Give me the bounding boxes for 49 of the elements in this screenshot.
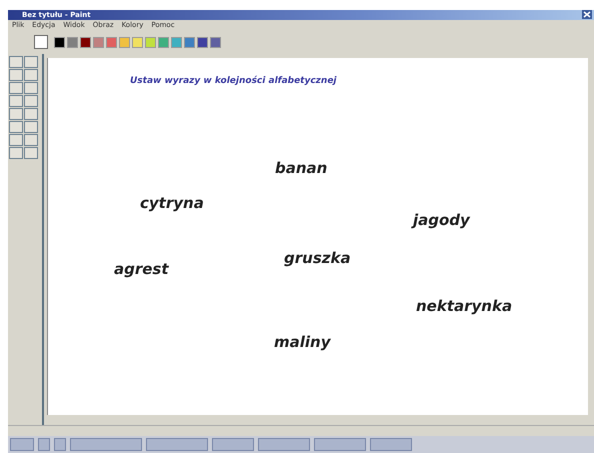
instruction-text: Ustaw wyrazy w kolejności alfabetycznej xyxy=(130,76,337,86)
word: cytryna xyxy=(140,194,204,212)
color-swatch[interactable] xyxy=(93,36,104,48)
color-swatch[interactable] xyxy=(210,36,221,48)
tool-button[interactable] xyxy=(9,147,23,159)
color-swatch[interactable] xyxy=(119,36,130,48)
word: agrest xyxy=(114,260,169,278)
tool-button[interactable] xyxy=(9,69,23,81)
word: maliny xyxy=(274,333,330,351)
word: gruszka xyxy=(284,249,351,267)
color-swatch[interactable] xyxy=(106,36,117,48)
color-swatch[interactable] xyxy=(145,36,156,48)
word: nektarynka xyxy=(416,297,512,315)
tool-button[interactable] xyxy=(24,121,38,133)
tool-button[interactable] xyxy=(24,56,38,68)
taskbar-button[interactable] xyxy=(258,438,310,451)
tool-button[interactable] xyxy=(24,147,38,159)
color-swatch[interactable] xyxy=(158,36,169,48)
color-swatch[interactable] xyxy=(80,36,91,48)
taskbar-button[interactable] xyxy=(212,438,254,451)
taskbar-button[interactable] xyxy=(10,438,34,451)
drawing-canvas[interactable]: Ustaw wyrazy w kolejności alfabetycznej banan cytryna jagody gruszka agrest nektarynka maliny xyxy=(47,58,588,415)
color-swatch[interactable] xyxy=(184,36,195,48)
taskbar-button[interactable] xyxy=(146,438,208,451)
color-swatch[interactable] xyxy=(132,36,143,48)
tool-button[interactable] xyxy=(9,82,23,94)
tool-button[interactable] xyxy=(9,134,23,146)
tool-button[interactable] xyxy=(9,108,23,120)
current-color-selector[interactable] xyxy=(34,35,48,49)
tool-button[interactable] xyxy=(24,134,38,146)
tool-button[interactable] xyxy=(24,69,38,81)
color-swatch[interactable] xyxy=(67,36,78,48)
tool-button[interactable] xyxy=(24,108,38,120)
color-swatch[interactable] xyxy=(54,36,65,48)
color-swatch[interactable] xyxy=(197,36,208,48)
close-icon[interactable] xyxy=(582,10,592,19)
taskbar-button[interactable] xyxy=(370,438,412,451)
taskbar-button[interactable] xyxy=(70,438,142,451)
taskbar-button[interactable] xyxy=(38,438,50,451)
tool-button[interactable] xyxy=(24,82,38,94)
word: banan xyxy=(275,159,328,177)
tool-button[interactable] xyxy=(9,95,23,107)
taskbar-button[interactable] xyxy=(54,438,66,451)
word: jagody xyxy=(413,211,470,229)
tool-button[interactable] xyxy=(24,95,38,107)
tool-button[interactable] xyxy=(9,56,23,68)
taskbar-button[interactable] xyxy=(314,438,366,451)
tool-button[interactable] xyxy=(9,121,23,133)
color-swatch[interactable] xyxy=(171,36,182,48)
